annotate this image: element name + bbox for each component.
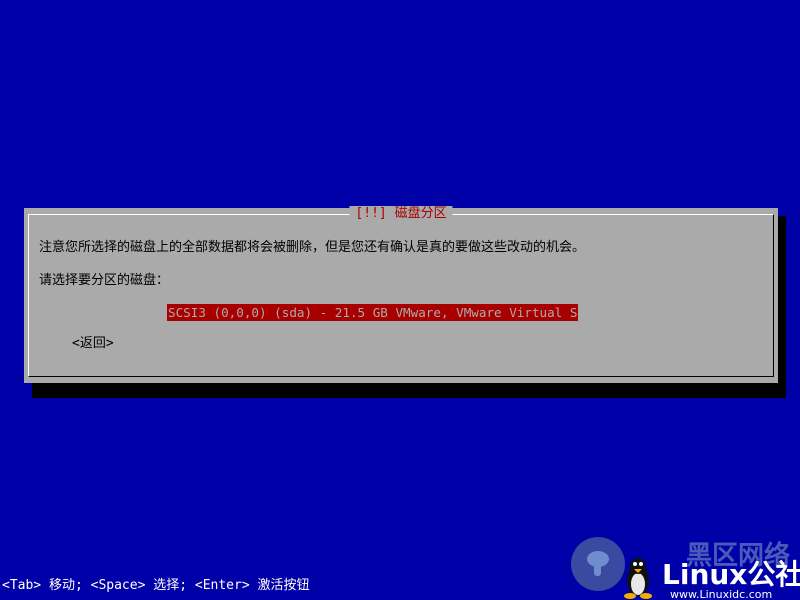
warning-brackets: [!!]	[355, 206, 387, 221]
linuxidc-watermark: 黑区网络 Linux公社 www.Linuxidc.com	[571, 537, 800, 600]
penguin-icon	[624, 558, 652, 599]
dialog-title-text: 磁盘分区	[394, 206, 447, 221]
partition-dialog: [!!] 磁盘分区 注意您所选择的磁盘上的全部数据都将会被删除，但是您还有确认是…	[24, 206, 778, 383]
back-button[interactable]: <返回>	[72, 336, 114, 352]
dialog-frame: [!!] 磁盘分区	[28, 206, 774, 377]
keyboard-help: <Tab> 移动; <Space> 选择; <Enter> 激活按钮	[2, 578, 310, 593]
disk-option-sda[interactable]: SCSI3 (0,0,0) (sda) - 21.5 GB VMware, VM…	[167, 304, 579, 321]
watermark-url: www.Linuxidc.com	[670, 588, 772, 600]
watermark-brand: Linux公社	[662, 558, 800, 591]
select-disk-prompt: 请选择要分区的磁盘：	[39, 273, 170, 288]
warning-message: 注意您所选择的磁盘上的全部数据都将会被删除，但是您还有确认是真的要做这些改动的机…	[39, 240, 586, 255]
dialog-title: [!!] 磁盘分区	[349, 206, 453, 222]
